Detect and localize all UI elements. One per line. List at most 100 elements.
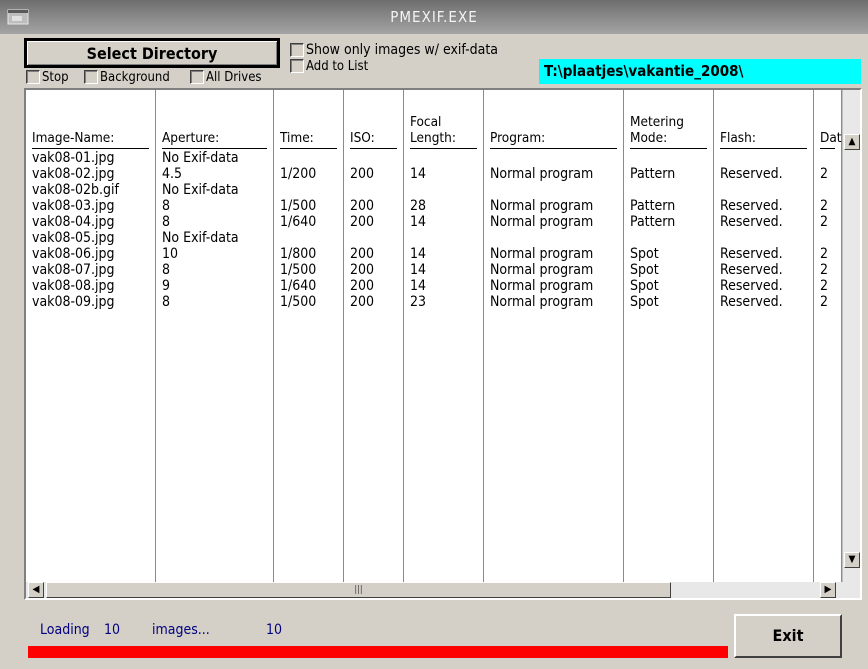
table-cell-flash[interactable]: Reserved. (720, 278, 811, 294)
table-cell-name[interactable]: vak08-02b.gif (32, 182, 153, 198)
column-header-name[interactable]: Image-Name: (32, 110, 149, 146)
show-only-exif-checkbox-box[interactable] (290, 43, 304, 57)
table-cell-iso[interactable] (350, 182, 401, 198)
table-cell-time[interactable]: 1/500 (280, 294, 341, 310)
table-cell-metering[interactable] (630, 150, 711, 166)
table-cell-program[interactable]: Normal program (490, 294, 621, 310)
show-only-exif-checkbox[interactable]: Show only images w/ exif-data (290, 42, 498, 58)
table-cell-flash[interactable]: Reserved. (720, 166, 811, 182)
add-to-list-checkbox[interactable]: Add to List (290, 58, 368, 74)
table-cell-time[interactable]: 1/640 (280, 214, 341, 230)
table-cell-date[interactable]: 2 (820, 278, 839, 294)
table-cell-aperture[interactable]: 8 (162, 214, 271, 230)
vertical-scrollbar[interactable]: ▲ ▼ (842, 90, 860, 582)
arrow-up-icon[interactable]: ▲ (844, 134, 860, 150)
table-cell-aperture[interactable]: 10 (162, 246, 271, 262)
directory-path-field[interactable]: T:\plaatjes\vakantie_2008\ (539, 59, 861, 84)
stop-checkbox[interactable]: Stop (26, 69, 69, 85)
background-checkbox[interactable]: Background (84, 69, 170, 85)
table-cell-iso[interactable]: 200 (350, 294, 401, 310)
all-drives-checkbox-box[interactable] (190, 70, 204, 84)
column-header-date[interactable]: Date (820, 110, 849, 146)
table-cell-aperture[interactable]: No Exif-data (162, 182, 271, 198)
table-cell-time[interactable]: 1/500 (280, 262, 341, 278)
table-cell-flash[interactable] (720, 230, 811, 246)
table-cell-focal[interactable] (410, 182, 481, 198)
table-cell-flash[interactable]: Reserved. (720, 262, 811, 278)
table-cell-name[interactable]: vak08-01.jpg (32, 150, 153, 166)
table-cell-iso[interactable] (350, 230, 401, 246)
table-cell-metering[interactable] (630, 230, 711, 246)
table-cell-date[interactable]: 2 (820, 294, 839, 310)
table-cell-date[interactable] (820, 230, 839, 246)
add-to-list-checkbox-box[interactable] (290, 59, 304, 73)
table-cell-metering[interactable]: Spot (630, 294, 711, 310)
column-header-aperture[interactable]: Aperture: (162, 110, 267, 146)
table-cell-date[interactable]: 2 (820, 166, 839, 182)
arrow-down-icon[interactable]: ▼ (844, 552, 860, 568)
table-cell-focal[interactable]: 14 (410, 214, 481, 230)
table-cell-focal[interactable]: 14 (410, 246, 481, 262)
table-cell-name[interactable]: vak08-06.jpg (32, 246, 153, 262)
table-cell-flash[interactable] (720, 150, 811, 166)
table-cell-date[interactable]: 2 (820, 246, 839, 262)
column-header-flash[interactable]: Flash: (720, 110, 807, 146)
table-cell-focal[interactable]: 14 (410, 278, 481, 294)
table-cell-flash[interactable]: Reserved. (720, 246, 811, 262)
table-cell-program[interactable]: Normal program (490, 278, 621, 294)
table-cell-iso[interactable]: 200 (350, 278, 401, 294)
table-cell-name[interactable]: vak08-04.jpg (32, 214, 153, 230)
table-cell-iso[interactable] (350, 150, 401, 166)
table-cell-name[interactable]: vak08-09.jpg (32, 294, 153, 310)
table-cell-flash[interactable]: Reserved. (720, 294, 811, 310)
table-cell-focal[interactable]: 23 (410, 294, 481, 310)
table-cell-aperture[interactable]: No Exif-data (162, 230, 271, 246)
image-list[interactable]: Image-Name: vak08-01.jpg vak08-02.jpg vak08… (24, 88, 862, 600)
table-cell-program[interactable]: Normal program (490, 262, 621, 278)
table-cell-name[interactable]: vak08-03.jpg (32, 198, 153, 214)
table-cell-focal[interactable]: 14 (410, 166, 481, 182)
table-cell-flash[interactable]: Reserved. (720, 214, 811, 230)
table-cell-time[interactable] (280, 230, 341, 246)
table-cell-date[interactable]: 2 (820, 198, 839, 214)
table-cell-time[interactable] (280, 182, 341, 198)
table-cell-focal[interactable]: 14 (410, 262, 481, 278)
select-directory-button[interactable]: Select Directory (24, 38, 280, 68)
table-cell-aperture[interactable]: 9 (162, 278, 271, 294)
table-cell-flash[interactable] (720, 182, 811, 198)
table-cell-program[interactable] (490, 230, 621, 246)
table-cell-metering[interactable]: Spot (630, 278, 711, 294)
arrow-left-icon[interactable]: ◀ (28, 582, 44, 598)
table-cell-aperture[interactable]: 8 (162, 262, 271, 278)
table-cell-program[interactable]: Normal program (490, 198, 621, 214)
table-cell-focal[interactable] (410, 150, 481, 166)
exit-button[interactable]: Exit (734, 614, 842, 658)
table-cell-date[interactable] (820, 182, 839, 198)
table-cell-time[interactable] (280, 150, 341, 166)
table-cell-iso[interactable]: 200 (350, 262, 401, 278)
table-cell-time[interactable]: 1/200 (280, 166, 341, 182)
title-bar[interactable]: PMEXIF.EXE (0, 0, 868, 34)
column-header-program[interactable]: Program: (490, 110, 617, 146)
table-cell-time[interactable]: 1/640 (280, 278, 341, 294)
table-cell-aperture[interactable]: 4.5 (162, 166, 271, 182)
table-cell-time[interactable]: 1/500 (280, 198, 341, 214)
table-cell-date[interactable]: 2 (820, 214, 839, 230)
table-cell-name[interactable]: vak08-08.jpg (32, 278, 153, 294)
table-cell-time[interactable]: 1/800 (280, 246, 341, 262)
table-cell-program[interactable] (490, 182, 621, 198)
table-cell-aperture[interactable]: No Exif-data (162, 150, 271, 166)
table-cell-focal[interactable] (410, 230, 481, 246)
table-cell-iso[interactable]: 200 (350, 166, 401, 182)
horizontal-scrollbar[interactable]: ◀ ||| ▶ (26, 582, 860, 598)
all-drives-checkbox[interactable]: All Drives (190, 69, 262, 85)
table-cell-aperture[interactable]: 8 (162, 294, 271, 310)
table-cell-name[interactable]: vak08-07.jpg (32, 262, 153, 278)
table-cell-iso[interactable]: 200 (350, 198, 401, 214)
table-cell-program[interactable] (490, 150, 621, 166)
table-cell-metering[interactable]: Pattern (630, 214, 711, 230)
table-cell-date[interactable]: 2 (820, 262, 839, 278)
table-cell-date[interactable] (820, 150, 839, 166)
column-header-iso[interactable]: ISO: (350, 110, 397, 146)
table-cell-aperture[interactable]: 8 (162, 198, 271, 214)
